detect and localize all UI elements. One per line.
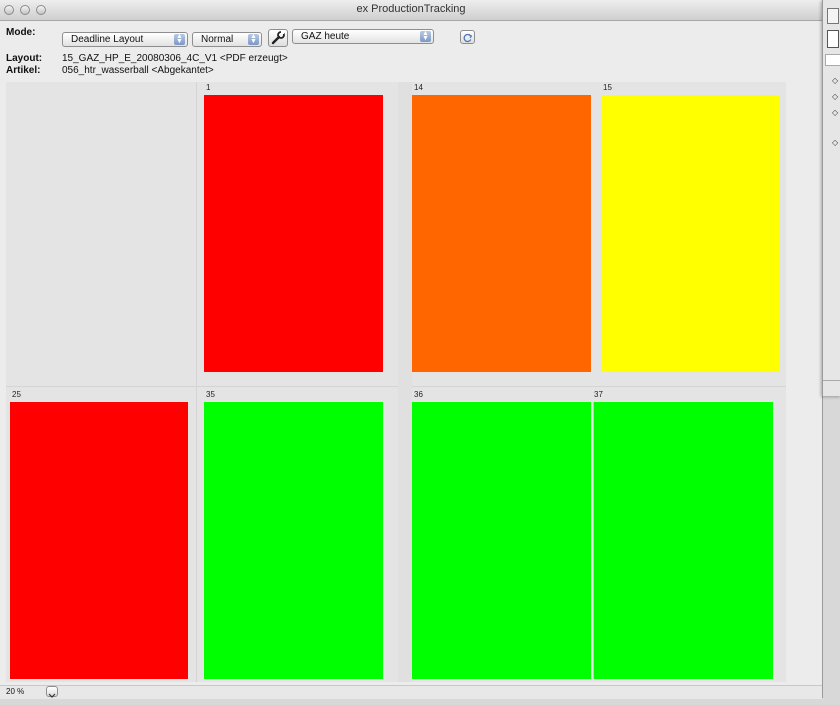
page-number: 14 [414,83,423,92]
page-number: 37 [594,390,603,399]
spread-gutter [398,82,412,682]
page-number: 35 [206,390,215,399]
view-mode-select[interactable]: Normal ▲ ▼ [192,32,262,47]
page-tile[interactable] [204,95,383,372]
page-tile[interactable] [412,95,591,372]
tree-item-bullet-icon[interactable]: ◇ [832,108,838,117]
page-tile[interactable] [412,402,591,679]
wrench-icon [271,31,285,45]
page-tile[interactable] [593,402,773,679]
layout-value: 15_GAZ_HP_E_20080306_4C_V1 <PDF erzeugt> [62,53,288,64]
page-tile[interactable] [204,402,383,679]
settings-button[interactable] [268,29,288,47]
tree-item-bullet-icon[interactable]: ◇ [832,138,838,147]
popup-arrows-icon: ▲ ▼ [420,30,431,42]
tree-item-bullet-icon[interactable]: ◇ [832,76,838,85]
minimize-window-button[interactable] [20,5,30,15]
page-grid: 1 14 15 25 35 36 37 [6,82,786,682]
tree-item-bullet-icon[interactable]: ◇ [832,92,838,101]
popup-arrows-icon: ▲ ▼ [174,33,185,45]
panel-toolbar-button[interactable] [827,30,839,48]
article-label: Artikel: [6,65,41,76]
issue-select[interactable]: GAZ heute ▲ ▼ [292,29,434,44]
close-window-button[interactable] [4,5,14,15]
refresh-icon [463,33,473,43]
side-panel-window: ◇ ◇ ◇ ◇ [822,0,840,396]
layout-label: Layout: [6,53,43,64]
popup-arrows-icon: ▲ ▼ [248,33,259,45]
status-bar: 20 % [0,685,822,699]
page-number: 36 [414,390,423,399]
issue-select-value: GAZ heute [301,31,350,42]
refresh-button[interactable] [460,30,475,44]
zoom-select[interactable] [46,686,58,698]
article-value: 056_htr_wasserball <Abgekantet> [62,65,214,76]
mode-label: Mode: [6,27,36,38]
page-tile[interactable] [601,95,780,372]
title-bar: ex ProductionTracking [0,0,822,21]
zoom-level: 20 % [6,687,25,696]
panel-divider [823,380,840,381]
zoom-window-button[interactable] [36,5,46,15]
panel-toolbar-button[interactable] [827,8,839,24]
mode-select[interactable]: Deadline Layout ▲ ▼ [62,32,188,47]
column-divider [196,82,197,682]
mode-select-value: Deadline Layout [71,34,144,45]
production-tracking-window: ex ProductionTracking Mode: Deadline Lay… [0,0,823,699]
panel-header-row [825,54,840,66]
chevron-down-icon [48,693,56,698]
page-number: 15 [603,83,612,92]
window-title: ex ProductionTracking [356,3,466,15]
page-number: 25 [12,390,21,399]
view-mode-select-value: Normal [201,34,234,45]
row-divider [6,386,786,387]
page-number: 1 [206,83,211,92]
page-tile[interactable] [10,402,188,679]
